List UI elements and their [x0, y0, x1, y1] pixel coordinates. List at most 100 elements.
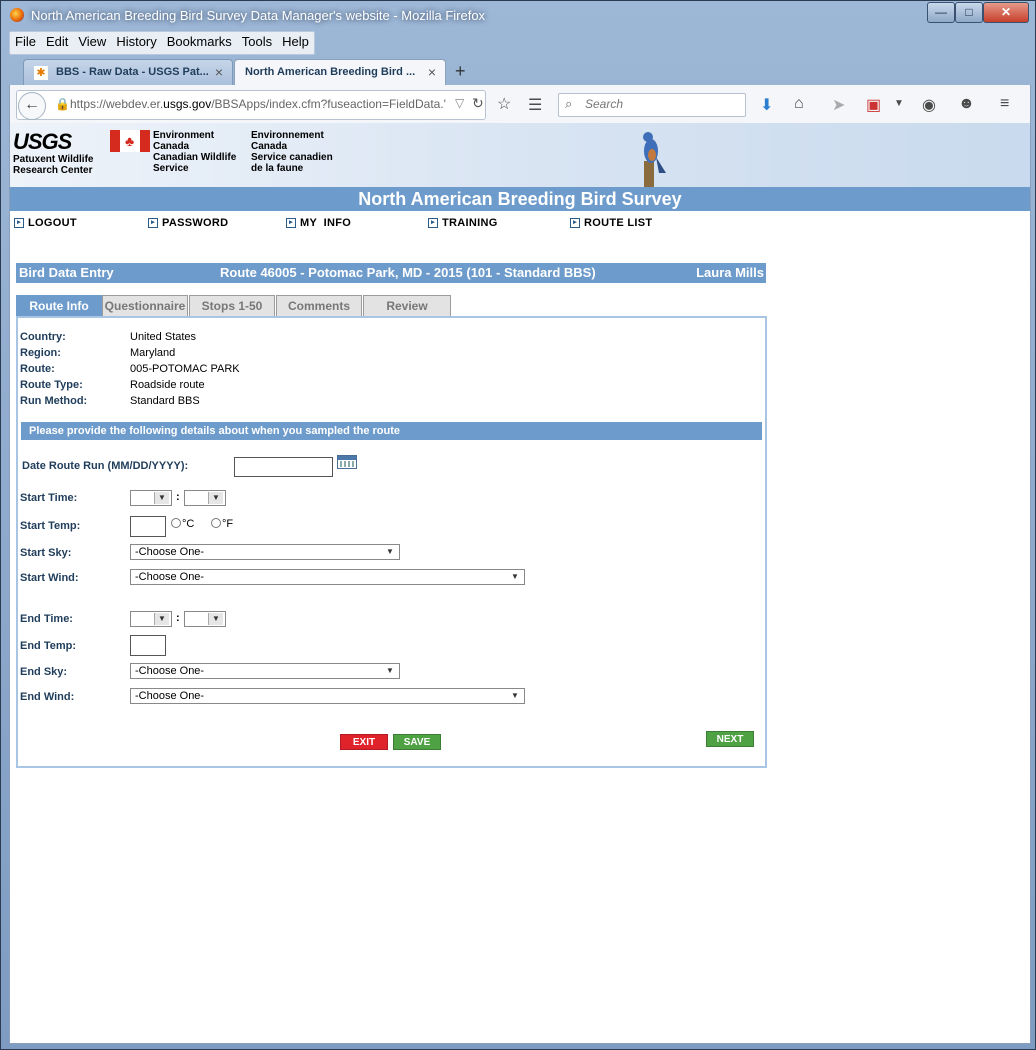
start-wind-label: Start Wind:	[20, 572, 79, 584]
country-value: United States	[130, 331, 197, 343]
usgs-logo: USGS	[13, 129, 72, 154]
feedback-icon[interactable]: ☻	[958, 95, 975, 113]
start-minute-select[interactable]: ▼	[184, 490, 226, 506]
address-bar[interactable]: ← 🔒 https://webdev.er.usgs.gov/BBSApps/i…	[16, 90, 486, 120]
new-tab-button[interactable]: +	[455, 61, 466, 82]
end-minute-select[interactable]: ▼	[184, 611, 226, 627]
start-sky-label: Start Sky:	[20, 547, 72, 559]
calendar-icon[interactable]	[337, 455, 357, 469]
menu-edit[interactable]: Edit	[41, 32, 73, 54]
tab-stops[interactable]: Stops 1-50	[189, 295, 275, 316]
tab-label: BBS - Raw Data - USGS Pat...	[56, 66, 209, 78]
url-text: https://webdev.er.usgs.gov/BBSApps/index…	[70, 97, 446, 111]
chevron-down-icon: ▼	[511, 691, 519, 700]
end-temp-input[interactable]	[130, 635, 166, 656]
arrow-icon: ▸	[428, 218, 438, 229]
maximize-button[interactable]: □	[955, 2, 983, 23]
tab-questionnaire[interactable]: Questionnaire	[102, 295, 188, 316]
page-content: USGS Patuxent Wildlife Research Center ♣ …	[9, 123, 1031, 1044]
start-temp-input[interactable]	[130, 516, 166, 537]
history-icon[interactable]: ◉	[922, 95, 936, 115]
menu-tools[interactable]: Tools	[237, 32, 277, 54]
tab-label: North American Breeding Bird ...	[245, 66, 416, 78]
window-title: North American Breeding Bird Survey Data…	[31, 8, 486, 23]
end-time-label: End Time:	[20, 613, 73, 625]
back-icon[interactable]: ←	[18, 92, 46, 120]
tab-review[interactable]: Review	[363, 295, 451, 316]
close-button[interactable]: ✕	[983, 2, 1029, 23]
entry-header: Bird Data Entry Route 46005 - Potomac Pa…	[16, 263, 766, 283]
chevron-down-icon: ▼	[154, 613, 169, 625]
exit-button[interactable]: EXIT	[340, 734, 388, 750]
end-sky-label: End Sky:	[20, 666, 68, 678]
arrow-icon: ▸	[570, 218, 580, 229]
lock-icon: 🔒	[55, 97, 70, 111]
arrow-icon: ▸	[148, 218, 158, 229]
celsius-radio[interactable]	[171, 518, 181, 528]
menu-bookmarks[interactable]: Bookmarks	[162, 32, 237, 54]
chevron-down-icon[interactable]: ▼	[894, 98, 904, 109]
reading-list-icon[interactable]: ☰	[528, 95, 542, 115]
menu-help[interactable]: Help	[277, 32, 314, 54]
start-wind-select[interactable]: -Choose One- ▼	[130, 569, 525, 585]
end-sky-select[interactable]: -Choose One- ▼	[130, 663, 400, 679]
nav-training[interactable]: ▸ TRAINING	[428, 217, 498, 229]
header-route: Route 46005 - Potomac Park, MD - 2015 (1…	[220, 265, 596, 280]
region-label: Region:	[20, 347, 61, 359]
menu-view[interactable]: View	[73, 32, 111, 54]
chevron-down-icon: ▼	[386, 666, 394, 675]
search-placeholder: Search	[585, 97, 624, 111]
browser-tab-bbs[interactable]: North American Breeding Bird ... ×	[234, 59, 446, 86]
tab-strip: BBS - Raw Data - USGS Pat... ✱ × North A…	[9, 57, 1029, 86]
date-input[interactable]	[234, 457, 333, 477]
home-icon[interactable]: ⌂	[794, 95, 804, 113]
close-tab-icon[interactable]: ×	[428, 64, 436, 80]
search-input[interactable]: ⌕ Search	[558, 93, 746, 117]
next-button[interactable]: NEXT	[706, 731, 754, 747]
celsius-label: °C	[182, 518, 195, 530]
close-tab-icon[interactable]: ×	[215, 64, 223, 80]
run-method-label: Run Method:	[20, 395, 88, 407]
minimize-button[interactable]: —	[927, 2, 955, 23]
usgs-subtitle: Patuxent Wildlife Research Center	[13, 154, 94, 176]
chevron-down-icon: ▼	[154, 492, 169, 504]
route-type-label: Route Type:	[20, 379, 83, 391]
time-colon: :	[176, 612, 180, 624]
site-banner: USGS Patuxent Wildlife Research Center ♣ …	[10, 123, 1030, 187]
route-info-form: Country: United States Region: Maryland …	[16, 316, 767, 768]
route-value: 005-POTOMAC PARK	[130, 363, 240, 375]
end-wind-select[interactable]: -Choose One- ▼	[130, 688, 525, 704]
hamburger-menu-icon[interactable]: ≡	[1000, 95, 1009, 113]
region-value: Maryland	[130, 347, 176, 359]
reload-icon[interactable]: ↻	[472, 95, 484, 112]
download-icon[interactable]: ⬇	[760, 95, 773, 115]
end-hour-select[interactable]: ▼	[130, 611, 172, 627]
time-colon: :	[176, 491, 180, 503]
end-wind-label: End Wind:	[20, 691, 75, 703]
canada-flag-icon: ♣	[110, 130, 150, 152]
bluebird-icon	[643, 132, 666, 187]
nav-logout[interactable]: ▸ LOGOUT	[14, 217, 77, 229]
nav-password[interactable]: ▸ PASSWORD	[148, 217, 228, 229]
nav-my-info[interactable]: ▸ MY INFO	[286, 217, 351, 229]
nav-route-list[interactable]: ▸ ROUTE LIST	[570, 217, 652, 229]
bookmark-star-icon[interactable]: ☆	[497, 94, 511, 114]
route-label: Route:	[20, 363, 55, 375]
share-icon[interactable]: ➤	[832, 95, 845, 115]
save-button[interactable]: SAVE	[393, 734, 441, 750]
chevron-down-icon: ▼	[511, 572, 519, 581]
usgs-favicon-icon: ✱	[34, 66, 48, 80]
tab-route-info[interactable]: Route Info	[16, 295, 102, 316]
section-title: Please provide the following details abo…	[21, 422, 762, 440]
run-method-value: Standard BBS	[130, 395, 200, 407]
menu-history[interactable]: History	[111, 32, 161, 54]
browser-tab-raw-data[interactable]: BBS - Raw Data - USGS Pat... ✱ ×	[23, 59, 233, 86]
fahrenheit-radio[interactable]	[211, 518, 221, 528]
start-hour-select[interactable]: ▼	[130, 490, 172, 506]
menu-file[interactable]: File	[10, 32, 41, 54]
pdf-icon[interactable]: ▣	[866, 95, 881, 115]
tab-comments[interactable]: Comments	[276, 295, 362, 316]
start-sky-select[interactable]: -Choose One- ▼	[130, 544, 400, 560]
dropdown-arrow-icon[interactable]: ▽	[455, 96, 464, 110]
chevron-down-icon: ▼	[208, 613, 223, 625]
